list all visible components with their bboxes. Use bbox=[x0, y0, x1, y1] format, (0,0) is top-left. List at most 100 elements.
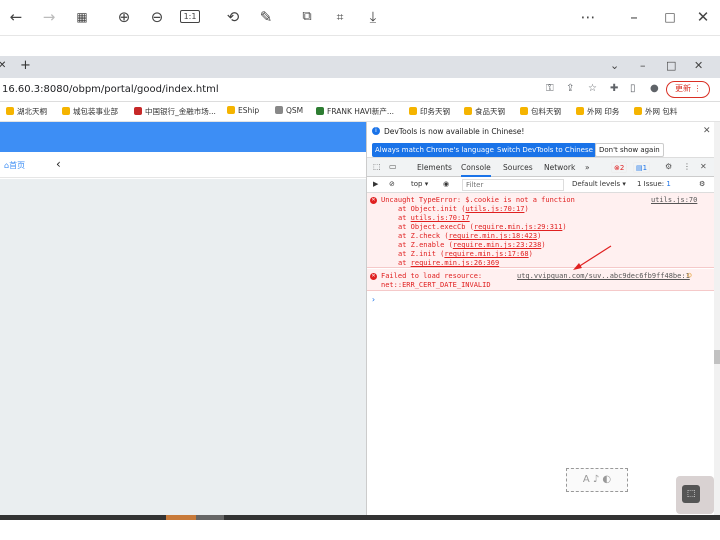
bookmark-item[interactable]: 包料天钢 bbox=[520, 106, 561, 117]
tab-sources[interactable]: Sources bbox=[503, 163, 533, 172]
more-tabs[interactable]: » bbox=[585, 163, 590, 172]
floating-widget-button[interactable]: ⬚ bbox=[676, 476, 714, 514]
bank-logo-icon bbox=[134, 107, 142, 115]
download-icon[interactable]: ⤓ bbox=[362, 6, 384, 28]
bookmark-item[interactable]: 外网 印务 bbox=[576, 106, 619, 117]
page-header-bar bbox=[0, 122, 366, 152]
bookmark-item[interactable]: 印务天钢 bbox=[409, 106, 450, 117]
edit-icon[interactable]: ✎ bbox=[255, 6, 277, 28]
bookmark-item[interactable]: 湖北天桐 bbox=[6, 106, 47, 117]
bookmark-item[interactable]: FRANK HAVI新产... bbox=[316, 106, 394, 117]
tab-console[interactable]: Console bbox=[461, 163, 491, 177]
clear-console-icon[interactable]: ⊘ bbox=[389, 180, 395, 188]
page-body bbox=[0, 179, 366, 515]
update-label: 更新 bbox=[675, 84, 691, 93]
inspect-icon[interactable]: ⬚ bbox=[373, 162, 381, 171]
bookmark-folder-icon bbox=[62, 107, 70, 115]
page-scrollbar[interactable] bbox=[714, 122, 720, 515]
extensions-icon[interactable]: ✚ bbox=[610, 83, 618, 94]
message-count-badge[interactable]: ▤1 bbox=[633, 162, 651, 173]
console-filter-bar: ▶ ⊘ top ▾ ◉ Default levels ▾ 1 Issue: 1 … bbox=[367, 177, 715, 193]
bookmark-item[interactable]: 外网 包料 bbox=[634, 106, 677, 117]
crop-icon[interactable]: ⧉ bbox=[296, 6, 318, 28]
device-toolbar-icon[interactable]: ▭ bbox=[389, 162, 397, 171]
kebab-icon[interactable]: ⋮ bbox=[683, 162, 691, 171]
bookmark-folder-icon bbox=[227, 106, 235, 114]
bookmark-item[interactable]: EShip bbox=[227, 106, 259, 115]
bookmark-folder-icon bbox=[464, 107, 472, 115]
taskbar-strip bbox=[0, 515, 720, 520]
dont-show-button[interactable]: Don't show again bbox=[595, 143, 664, 157]
taskbar-app[interactable] bbox=[166, 515, 196, 520]
address-bar[interactable]: 16.60.3:8080/obpm/portal/good/index.html… bbox=[0, 78, 720, 102]
profile-icon[interactable]: ● bbox=[650, 83, 659, 94]
log-levels-select[interactable]: Default levels ▾ bbox=[572, 180, 626, 188]
bookmark-folder-icon bbox=[6, 107, 14, 115]
zoom-out-icon[interactable]: ⊖ bbox=[146, 6, 168, 28]
close-icon[interactable]: ✕ bbox=[703, 126, 711, 136]
window-close-icon[interactable]: ✕ bbox=[694, 59, 703, 72]
minimize-icon[interactable]: – bbox=[623, 6, 645, 28]
match-language-button[interactable]: Always match Chrome's language bbox=[372, 143, 497, 157]
browser-tab-strip: ✕ + ⌄ – □ ✕ bbox=[0, 56, 720, 78]
bookmark-item[interactable]: 城包装事业部 bbox=[62, 106, 118, 117]
home-label: 首页 bbox=[9, 161, 26, 170]
annotation-arrow-icon bbox=[573, 245, 612, 270]
message-icon: ▤ bbox=[636, 164, 643, 172]
bookmark-item[interactable]: QSM bbox=[275, 106, 303, 115]
tab-network[interactable]: Network bbox=[544, 163, 575, 172]
ocr-icon[interactable]: ⌗ bbox=[329, 6, 351, 28]
rotate-icon[interactable]: ⟲ bbox=[222, 6, 244, 28]
url-text[interactable]: 16.60.3:8080/obpm/portal/good/index.html bbox=[2, 84, 219, 95]
maximize-icon[interactable]: □ bbox=[659, 6, 681, 28]
site-logo-icon bbox=[316, 107, 324, 115]
close-devtools-icon[interactable]: ✕ bbox=[700, 162, 707, 171]
eye-icon[interactable]: ◉ bbox=[443, 180, 449, 188]
taskbar-app[interactable] bbox=[196, 515, 224, 520]
sidebar-icon[interactable]: ▯ bbox=[630, 83, 636, 94]
more-icon[interactable]: ⋯ bbox=[577, 6, 599, 28]
close-icon[interactable]: ✕ bbox=[692, 6, 714, 28]
back-arrow-icon[interactable]: ← bbox=[5, 6, 27, 28]
devtools-tabs: ⬚ ▭ Elements Console Sources Network » ⊗… bbox=[367, 158, 715, 177]
new-tab-icon[interactable]: + bbox=[20, 58, 31, 73]
grid-icon[interactable]: ▦ bbox=[71, 6, 93, 28]
home-link[interactable]: ⌂首页 bbox=[4, 160, 25, 171]
filter-input[interactable] bbox=[462, 179, 564, 191]
console-output: ✕ Uncaught TypeError: $.cookie is not a … bbox=[367, 193, 715, 515]
actual-size-icon[interactable]: 1:1 bbox=[179, 6, 201, 28]
bookmark-folder-icon bbox=[634, 107, 642, 115]
scroll-thumb[interactable] bbox=[714, 350, 720, 364]
taskbar bbox=[0, 515, 720, 540]
error-count-badge[interactable]: ⊗2 bbox=[611, 162, 628, 173]
context-select[interactable]: top ▾ bbox=[411, 180, 428, 188]
notice-text: DevTools is now available in Chinese! bbox=[384, 127, 525, 136]
switch-chinese-button[interactable]: Switch DevTools to Chinese bbox=[494, 143, 596, 157]
key-icon[interactable]: ⚿ bbox=[546, 83, 554, 94]
issues-button[interactable]: 1 Issue: 1 bbox=[637, 180, 671, 188]
bookmark-item[interactable]: 中国银行_金融市场... bbox=[134, 106, 216, 117]
forward-arrow-icon[interactable]: → bbox=[38, 6, 60, 28]
console-settings-icon[interactable]: ⚙ bbox=[699, 180, 705, 188]
devtools-panel: i DevTools is now available in Chinese! … bbox=[366, 122, 715, 515]
tab-search-icon[interactable]: ⌄ bbox=[610, 59, 619, 72]
page-nav: ⌂首页 ‹ bbox=[0, 152, 366, 178]
tab-close-icon[interactable]: ✕ bbox=[0, 60, 6, 71]
devtools-language-notice: i DevTools is now available in Chinese! … bbox=[367, 122, 715, 158]
chevron-left-icon[interactable]: ‹ bbox=[56, 157, 61, 171]
update-button[interactable]: 更新 ⋮ bbox=[666, 81, 710, 98]
sidebar-toggle-icon[interactable]: ▶ bbox=[373, 180, 378, 188]
bookmark-item[interactable]: 食品天钢 bbox=[464, 106, 505, 117]
gear-icon[interactable]: ⚙ bbox=[665, 162, 672, 171]
star-icon[interactable]: ☆ bbox=[588, 83, 597, 94]
window-minimize-icon[interactable]: – bbox=[640, 59, 646, 72]
globe-icon bbox=[275, 106, 283, 114]
zoom-in-icon[interactable]: ⊕ bbox=[113, 6, 135, 28]
bookmarks-bar: 湖北天桐 城包装事业部 中国银行_金融市场... EShip QSM FRANK… bbox=[0, 102, 720, 122]
bookmark-folder-icon bbox=[520, 107, 528, 115]
actual-size-label: 1:1 bbox=[179, 10, 201, 23]
window-maximize-icon[interactable]: □ bbox=[666, 59, 676, 72]
tab-elements[interactable]: Elements bbox=[417, 163, 452, 172]
share-icon[interactable]: ⇪ bbox=[566, 83, 574, 94]
bookmark-folder-icon bbox=[409, 107, 417, 115]
